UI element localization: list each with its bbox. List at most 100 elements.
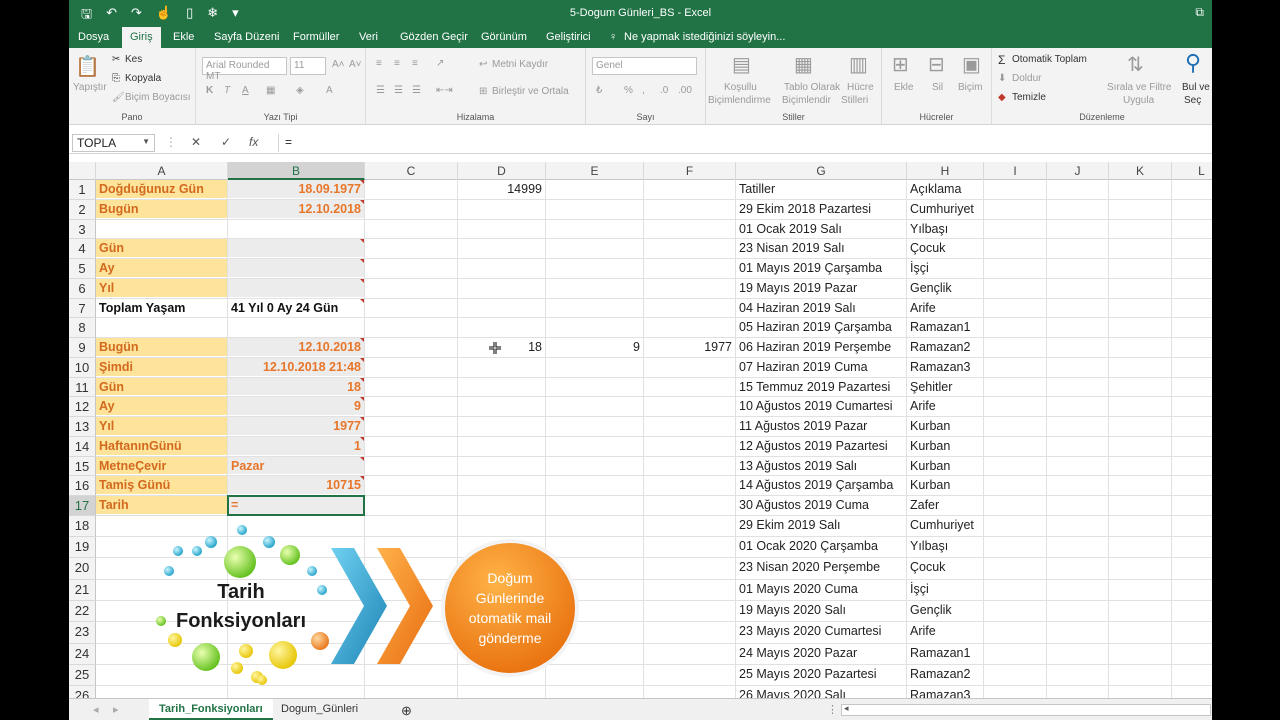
cell-g2[interactable]: 29 Ekim 2018 Pazartesi <box>736 200 906 219</box>
row-header-16[interactable]: 16 <box>69 476 96 496</box>
cell-g8[interactable]: 05 Haziran 2019 Çarşamba <box>736 318 906 337</box>
tell-me-box[interactable]: Ne yapmak istediğinizi söyleyin... <box>624 31 785 43</box>
tab-home[interactable]: Giriş <box>122 27 161 48</box>
row-header-14[interactable]: 14 <box>69 436 96 457</box>
cell-styles-line1[interactable]: Hücre <box>847 82 874 93</box>
column-header-j[interactable]: J <box>1047 162 1109 180</box>
row-header-19[interactable]: 19 <box>69 537 96 559</box>
row-header-23[interactable]: 23 <box>69 622 96 644</box>
column-header-k[interactable]: K <box>1109 162 1172 180</box>
format-as-table-icon[interactable]: ▦ <box>794 52 813 77</box>
paste-icon[interactable]: 📋 <box>75 54 100 79</box>
cell-b11[interactable]: 18 <box>228 377 364 397</box>
tab-formulas[interactable]: Formüller <box>293 31 339 43</box>
font-size-combo[interactable]: 11 <box>290 57 326 75</box>
cell-a16[interactable]: Tamiş Günü <box>96 476 227 495</box>
conditional-format-icon[interactable]: ▤ <box>732 52 751 77</box>
cell-b12[interactable]: 9 <box>228 397 364 416</box>
conditional-format-line2[interactable]: Biçimlendirme <box>708 95 771 106</box>
cell-a13[interactable]: Yıl <box>96 417 227 436</box>
cell-a6[interactable]: Yıl <box>96 278 227 298</box>
column-header-b[interactable]: B <box>228 162 365 180</box>
row-header-20[interactable]: 20 <box>69 558 96 580</box>
row-header-1[interactable]: 1 <box>69 180 96 200</box>
align-center-icon[interactable]: ☰ <box>394 85 403 96</box>
cell-g17[interactable]: 30 Ağustos 2019 Cuma <box>736 496 906 515</box>
paste-button[interactable]: Yapıştır <box>73 82 107 93</box>
row-header-17[interactable]: 17 <box>69 496 96 516</box>
cell-h26[interactable]: Ramazan3 <box>907 686 983 698</box>
cell-a17[interactable]: Tarih <box>96 496 227 515</box>
cell-g25[interactable]: 25 Mayıs 2020 Pazartesi <box>736 665 906 685</box>
cell-g21[interactable]: 01 Mayıs 2020 Cuma <box>736 580 906 600</box>
merge-icon[interactable]: ⊞ <box>479 86 487 97</box>
cell-h7[interactable]: Arife <box>907 299 983 318</box>
cell-f9[interactable]: 1977 <box>644 338 735 357</box>
find-select-icon[interactable]: ⚲ <box>1185 50 1201 76</box>
sort-filter-icon[interactable]: ⇅ <box>1127 52 1144 77</box>
cell-b7[interactable]: 41 Yıl 0 Ay 24 Gün <box>228 298 364 318</box>
cut-icon[interactable]: ✂ <box>112 54 120 65</box>
formula-input[interactable]: = <box>278 134 1212 152</box>
sort-filter-line1[interactable]: Sırala ve Filtre <box>1107 82 1171 93</box>
format-cells-icon[interactable]: ▣ <box>962 52 981 77</box>
cell-h12[interactable]: Arife <box>907 397 983 416</box>
clear-icon[interactable]: ◆ <box>998 92 1006 103</box>
row-header-25[interactable]: 25 <box>69 664 96 687</box>
cell-h25[interactable]: Ramazan2 <box>907 665 983 685</box>
row-header-12[interactable]: 12 <box>69 397 96 417</box>
cell-b1[interactable]: 18.09.1977 <box>228 180 364 199</box>
cell-g16[interactable]: 14 Ağustos 2019 Çarşamba <box>736 476 906 495</box>
clear-button[interactable]: Temizle <box>1012 92 1046 103</box>
indent-icon[interactable]: ⇤⇥ <box>436 85 453 96</box>
cell-g12[interactable]: 10 Ağustos 2019 Cumartesi <box>736 397 906 416</box>
column-header-e[interactable]: E <box>546 162 644 180</box>
row-header-4[interactable]: 4 <box>69 239 96 259</box>
row-header-7[interactable]: 7 <box>69 298 96 319</box>
column-header-l[interactable]: L <box>1172 162 1212 180</box>
autosum-button[interactable]: Otomatik Toplam <box>1012 54 1087 65</box>
cell-h21[interactable]: İşçi <box>907 580 983 600</box>
tab-view[interactable]: Görünüm <box>481 31 527 43</box>
column-header-d[interactable]: D <box>458 162 546 180</box>
cell-a4[interactable]: Gün <box>96 239 227 258</box>
copy-button[interactable]: Kopyala <box>125 73 161 84</box>
cell-b10[interactable]: 12.10.2018 21:48 <box>228 357 364 377</box>
cell-h1[interactable]: Açıklama <box>907 180 983 199</box>
autosum-icon[interactable]: Σ <box>998 53 1005 67</box>
format-painter-button[interactable]: Biçim Boyacısı <box>125 92 191 103</box>
cell-h10[interactable]: Ramazan3 <box>907 358 983 377</box>
cell-b9[interactable]: 12.10.2018 <box>228 338 364 357</box>
cell-g15[interactable]: 13 Ağustos 2019 Salı <box>736 457 906 476</box>
row-header-18[interactable]: 18 <box>69 515 96 538</box>
number-format-combo[interactable]: Genel <box>592 57 697 75</box>
format-cells-button[interactable]: Biçim <box>958 82 982 93</box>
cell-h15[interactable]: Kurban <box>907 457 983 476</box>
worksheet-grid[interactable]: 1 2 3 4 5 6 7 8 9 10 11 12 13 14 15 16 17 18 19 20 21 22 23 24 2… <box>69 180 1212 698</box>
sheet-tab-dogum-gunleri[interactable]: Dogum_Günleri <box>271 699 368 720</box>
fill-color-icon[interactable]: ◈ <box>296 85 304 96</box>
cell-g10[interactable]: 07 Haziran 2019 Cuma <box>736 358 906 377</box>
format-as-table-line2[interactable]: Biçimlendir <box>782 95 831 106</box>
horizontal-scrollbar[interactable]: ◂ <box>841 703 1211 716</box>
cell-h9[interactable]: Ramazan2 <box>907 338 983 357</box>
sort-filter-line2[interactable]: Uygula <box>1123 95 1154 106</box>
cell-h17[interactable]: Zafer <box>907 496 983 515</box>
cell-b15[interactable]: Pazar <box>228 456 364 476</box>
cell-g26[interactable]: 26 Mayıs 2020 Salı <box>736 686 906 698</box>
find-select-line1[interactable]: Bul ve <box>1182 82 1210 93</box>
row-header-13[interactable]: 13 <box>69 417 96 437</box>
cell-a12[interactable]: Ay <box>96 397 227 416</box>
copy-icon[interactable]: ⎘ <box>112 73 120 84</box>
row-header-24[interactable]: 24 <box>69 643 96 665</box>
grow-font-icon[interactable]: A˄ <box>332 59 345 70</box>
column-header-c[interactable]: C <box>365 162 458 180</box>
cell-a15[interactable]: MetneÇevir <box>96 456 227 476</box>
font-color-icon[interactable]: A <box>326 85 333 96</box>
cell-a5[interactable]: Ay <box>96 259 227 278</box>
cell-b14[interactable]: 1 <box>228 436 364 456</box>
cell-h11[interactable]: Şehitler <box>907 378 983 397</box>
row-header-21[interactable]: 21 <box>69 579 96 601</box>
borders-icon[interactable]: ▦ <box>266 85 275 96</box>
tell-me-icon[interactable]: ♀ <box>609 31 617 43</box>
